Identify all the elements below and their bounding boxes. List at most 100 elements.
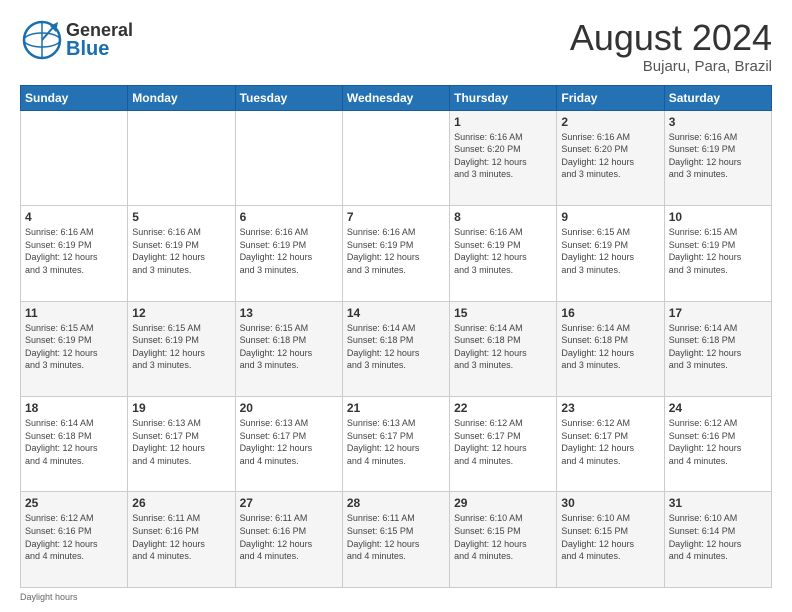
day-number: 12 [132,306,230,320]
day-info: Sunrise: 6:11 AM Sunset: 6:16 PM Dayligh… [132,512,230,562]
calendar-table: Sunday Monday Tuesday Wednesday Thursday… [20,85,772,588]
day-info: Sunrise: 6:14 AM Sunset: 6:18 PM Dayligh… [454,322,552,372]
table-row [342,110,449,205]
table-row: 19Sunrise: 6:13 AM Sunset: 6:17 PM Dayli… [128,397,235,492]
day-number: 30 [561,496,659,510]
day-number: 11 [25,306,123,320]
col-saturday: Saturday [664,85,771,110]
logo-name: General Blue [66,21,133,59]
day-number: 17 [669,306,767,320]
day-info: Sunrise: 6:15 AM Sunset: 6:19 PM Dayligh… [132,322,230,372]
day-number: 1 [454,115,552,129]
table-row: 25 Sunrise: 6:12 AM Sunset: 6:16 PM Dayli… [21,492,128,588]
day-info: Sunrise: 6:15 AM Sunset: 6:19 PM Dayligh… [25,322,123,372]
table-row: 30 Sunrise: 6:10 AM Sunset: 6:15 PM Dayli… [557,492,664,588]
daylight-label: Daylight hours [20,592,78,602]
day-number: 15 [454,306,552,320]
day-number: 4 [25,210,123,224]
table-row: 31 Sunrise: 6:10 AM Sunset: 6:14 PM Dayli… [664,492,771,588]
table-row: 23Sunrise: 6:12 AM Sunset: 6:17 PM Dayli… [557,397,664,492]
day-number: 24 [669,401,767,415]
day-info: Sunrise: 6:10 AM Sunset: 6:15 PM Dayligh… [454,512,552,562]
calendar-header-row: Sunday Monday Tuesday Wednesday Thursday… [21,85,772,110]
col-monday: Monday [128,85,235,110]
day-number: 23 [561,401,659,415]
day-info: Sunrise: 6:16 AM Sunset: 6:19 PM Dayligh… [132,226,230,276]
table-row: 6Sunrise: 6:16 AM Sunset: 6:19 PM Daylig… [235,206,342,301]
table-row: 16 Sunrise: 6:14 AM Sunset: 6:18 PM Dayli… [557,301,664,396]
day-info: Sunrise: 6:13 AM Sunset: 6:17 PM Dayligh… [132,417,230,467]
day-number: 22 [454,401,552,415]
table-row: 3Sunrise: 6:16 AM Sunset: 6:19 PM Daylig… [664,110,771,205]
day-info: Sunrise: 6:15 AM Sunset: 6:19 PM Dayligh… [561,226,659,276]
table-row: 14Sunrise: 6:14 AM Sunset: 6:18 PM Dayli… [342,301,449,396]
day-number: 27 [240,496,338,510]
day-number: 8 [454,210,552,224]
day-info: Sunrise: 6:11 AM Sunset: 6:15 PM Dayligh… [347,512,445,562]
table-row: 12 Sunrise: 6:15 AM Sunset: 6:19 PM Dayli… [128,301,235,396]
day-info: Sunrise: 6:12 AM Sunset: 6:16 PM Dayligh… [25,512,123,562]
day-info: Sunrise: 6:14 AM Sunset: 6:18 PM Dayligh… [561,322,659,372]
day-info: Sunrise: 6:13 AM Sunset: 6:17 PM Dayligh… [240,417,338,467]
table-row: 10 Sunrise: 6:15 AM Sunset: 6:19 PM Dayli… [664,206,771,301]
day-number: 18 [25,401,123,415]
day-number: 16 [561,306,659,320]
day-info: Sunrise: 6:16 AM Sunset: 6:19 PM Dayligh… [347,226,445,276]
table-row: 22Sunrise: 6:12 AM Sunset: 6:17 PM Dayli… [450,397,557,492]
logo-icon [20,18,64,62]
day-number: 21 [347,401,445,415]
table-row: 11 Sunrise: 6:15 AM Sunset: 6:19 PM Dayli… [21,301,128,396]
footer: Daylight hours [20,592,772,602]
logo-general-text: General [66,21,133,39]
table-row: 5 Sunrise: 6:16 AM Sunset: 6:19 PM Daylig… [128,206,235,301]
logo-blue-text: Blue [66,39,133,59]
day-info: Sunrise: 6:13 AM Sunset: 6:17 PM Dayligh… [347,417,445,467]
table-row: 15 Sunrise: 6:14 AM Sunset: 6:18 PM Dayli… [450,301,557,396]
table-row: 9 Sunrise: 6:15 AM Sunset: 6:19 PM Daylig… [557,206,664,301]
day-number: 28 [347,496,445,510]
table-row: 27 Sunrise: 6:11 AM Sunset: 6:16 PM Dayli… [235,492,342,588]
calendar-week-row: 18Sunrise: 6:14 AM Sunset: 6:18 PM Dayli… [21,397,772,492]
table-row: 2 Sunrise: 6:16 AM Sunset: 6:20 PM Daylig… [557,110,664,205]
table-row: 24Sunrise: 6:12 AM Sunset: 6:16 PM Dayli… [664,397,771,492]
table-row [128,110,235,205]
table-row: 29Sunrise: 6:10 AM Sunset: 6:15 PM Dayli… [450,492,557,588]
table-row: 8Sunrise: 6:16 AM Sunset: 6:19 PM Daylig… [450,206,557,301]
day-number: 9 [561,210,659,224]
day-number: 6 [240,210,338,224]
day-info: Sunrise: 6:10 AM Sunset: 6:14 PM Dayligh… [669,512,767,562]
table-row: 17 Sunrise: 6:14 AM Sunset: 6:18 PM Dayli… [664,301,771,396]
table-row: 18Sunrise: 6:14 AM Sunset: 6:18 PM Dayli… [21,397,128,492]
day-number: 25 [25,496,123,510]
day-number: 10 [669,210,767,224]
day-number: 31 [669,496,767,510]
day-info: Sunrise: 6:16 AM Sunset: 6:19 PM Dayligh… [25,226,123,276]
title-block: August 2024 Bujaru, Para, Brazil [570,18,772,75]
col-wednesday: Wednesday [342,85,449,110]
header: General Blue August 2024 Bujaru, Para, B… [20,18,772,75]
location: Bujaru, Para, Brazil [570,58,772,75]
table-row: 13Sunrise: 6:15 AM Sunset: 6:18 PM Dayli… [235,301,342,396]
logo: General Blue [20,18,133,62]
day-number: 3 [669,115,767,129]
table-row: 20 Sunrise: 6:13 AM Sunset: 6:17 PM Dayli… [235,397,342,492]
day-number: 13 [240,306,338,320]
day-number: 26 [132,496,230,510]
day-number: 2 [561,115,659,129]
table-row: 1Sunrise: 6:16 AM Sunset: 6:20 PM Daylig… [450,110,557,205]
month-year: August 2024 [570,18,772,58]
day-number: 5 [132,210,230,224]
day-number: 20 [240,401,338,415]
day-info: Sunrise: 6:10 AM Sunset: 6:15 PM Dayligh… [561,512,659,562]
table-row [235,110,342,205]
col-friday: Friday [557,85,664,110]
col-thursday: Thursday [450,85,557,110]
calendar-week-row: 25 Sunrise: 6:12 AM Sunset: 6:16 PM Dayli… [21,492,772,588]
day-info: Sunrise: 6:11 AM Sunset: 6:16 PM Dayligh… [240,512,338,562]
day-number: 14 [347,306,445,320]
table-row: 28 Sunrise: 6:11 AM Sunset: 6:15 PM Dayli… [342,492,449,588]
day-info: Sunrise: 6:14 AM Sunset: 6:18 PM Dayligh… [669,322,767,372]
day-info: Sunrise: 6:16 AM Sunset: 6:20 PM Dayligh… [561,131,659,181]
day-info: Sunrise: 6:15 AM Sunset: 6:19 PM Dayligh… [669,226,767,276]
calendar-week-row: 1 Sunrise: 6:16 AM Sunset: 6:20 PM Daylig… [21,110,772,205]
